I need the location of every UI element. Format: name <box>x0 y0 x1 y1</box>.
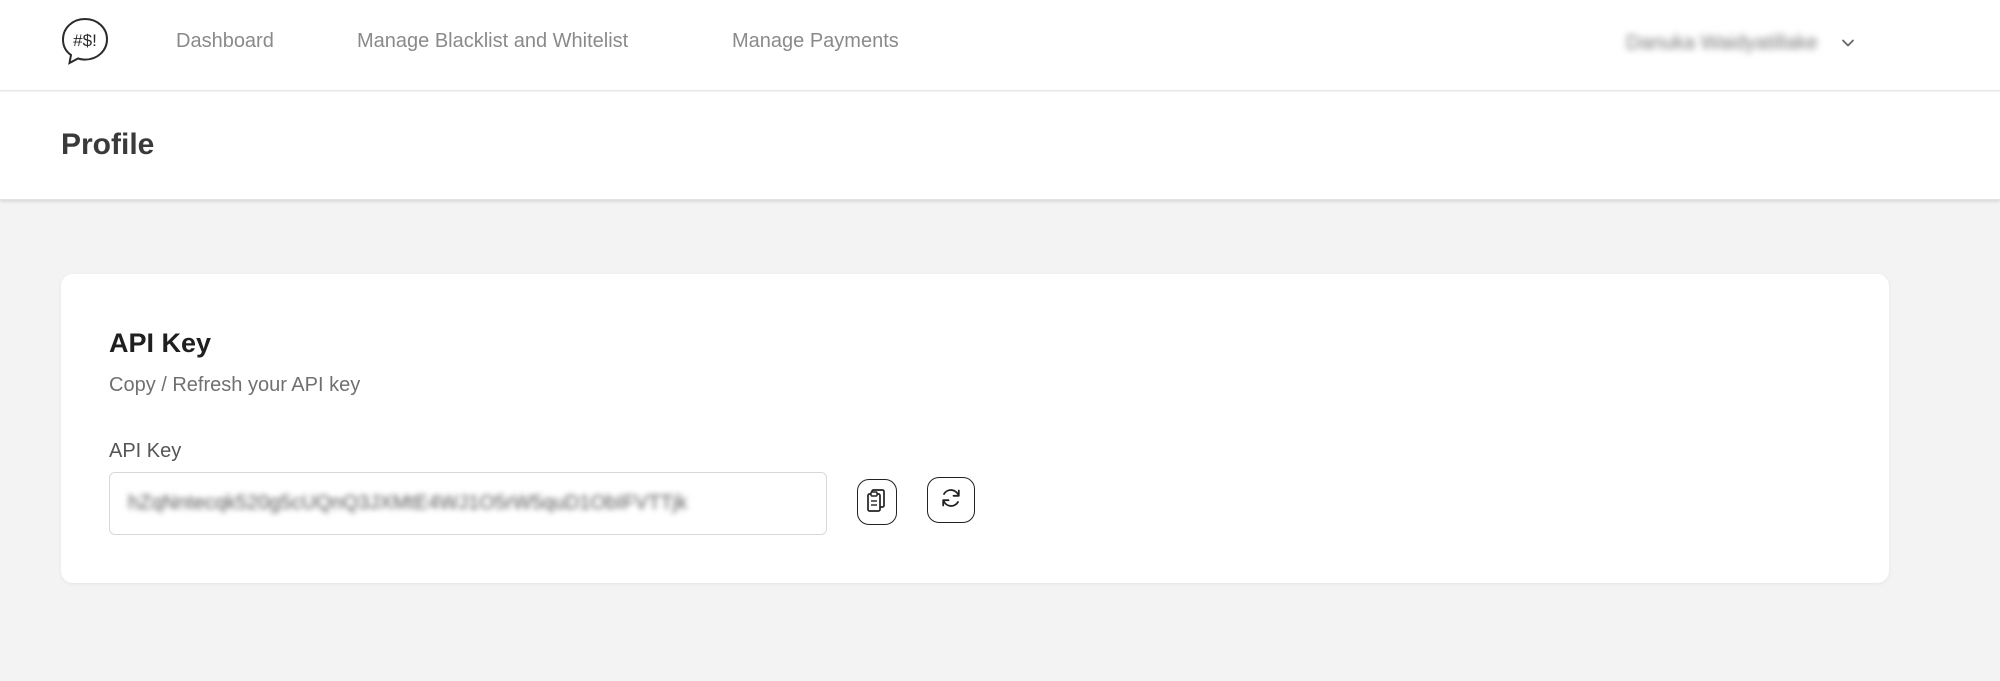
top-navbar: #$! Dashboard Manage Blacklist and White… <box>0 0 2000 91</box>
refresh-api-key-button[interactable] <box>927 477 975 523</box>
api-key-field-label: API Key <box>109 440 182 462</box>
page-header: Profile <box>0 92 2000 200</box>
logo-text: #$! <box>73 31 97 50</box>
user-menu[interactable]: Danuka Waidyatillake <box>1626 28 1856 58</box>
copy-icon <box>865 487 889 518</box>
user-name: Danuka Waidyatillake <box>1626 31 1818 54</box>
copy-api-key-button[interactable] <box>857 479 897 525</box>
nav-link-manage-payments[interactable]: Manage Payments <box>732 30 899 53</box>
chat-bubble-logo-icon[interactable]: #$! <box>60 16 110 66</box>
nav-link-manage-blacklist-whitelist[interactable]: Manage Blacklist and Whitelist <box>357 30 628 53</box>
card-title: API Key <box>109 328 212 358</box>
api-key-value: hZqNntecqk520g5cUQnQ3JXMtE4WJ1O5rW5quD1O… <box>128 492 688 514</box>
card-subtitle: Copy / Refresh your API key <box>109 374 361 396</box>
api-key-field[interactable]: hZqNntecqk520g5cUQnQ3JXMtE4WJ1O5rW5quD1O… <box>109 472 827 535</box>
page-title: Profile <box>61 128 155 161</box>
chevron-down-icon <box>1840 35 1856 51</box>
api-key-card: API Key Copy / Refresh your API key API … <box>61 274 1889 583</box>
refresh-icon <box>939 486 963 515</box>
nav-link-dashboard[interactable]: Dashboard <box>176 30 274 53</box>
